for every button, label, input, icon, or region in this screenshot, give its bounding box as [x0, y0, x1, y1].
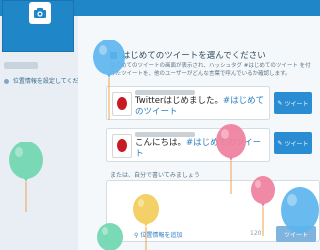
pink-balloon-icon: [216, 124, 246, 194]
page-title-text: はじめてのツイートを選んでください: [121, 51, 266, 61]
tweet-button-label: ツイート: [284, 100, 309, 108]
tweet-text: Twitterはじめました。#はじめてのツイート: [135, 96, 265, 118]
profile-image-placeholder[interactable]: [2, 0, 74, 52]
blue-balloon-icon: [281, 187, 319, 233]
blue-balloon-icon: [93, 40, 125, 120]
edit-icon: ✎: [277, 99, 283, 107]
profile-name-placeholder: [4, 62, 38, 69]
camera-icon[interactable]: [29, 2, 51, 24]
edit-icon: ✎: [277, 139, 283, 147]
tweet-button[interactable]: ✎ ツイート: [274, 132, 312, 154]
suggested-tweet-card: Twitterはじめました。#はじめてのツイート: [106, 86, 270, 120]
tweet-body: Twitterはじめました。: [135, 96, 223, 106]
avatar: [112, 134, 132, 158]
compose-label: または、自分で書いてみましょう: [110, 172, 200, 179]
green-balloon-icon: [9, 142, 43, 212]
user-meta-placeholder: [135, 90, 195, 95]
tweet-button-label: ツイート: [284, 140, 309, 148]
user-meta-placeholder: [135, 132, 195, 137]
page-title: はじめてのツイートを選んでください: [110, 49, 266, 61]
yellow-balloon-icon: [133, 194, 159, 250]
green-balloon-icon: [97, 223, 123, 250]
location-pin-icon: [4, 79, 9, 84]
pink-balloon-icon: [251, 176, 275, 236]
description-text: はじめてのツイートの画面が表示され、ハッシュタグ #はじめてのツイート を付けた…: [110, 63, 311, 77]
tweet-body: こんにちは。: [135, 138, 187, 148]
tweet-button[interactable]: ✎ ツイート: [274, 92, 312, 114]
